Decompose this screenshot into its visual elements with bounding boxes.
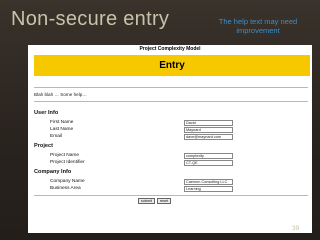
entry-banner: Entry (34, 55, 310, 76)
first-name-label: First Name (50, 120, 74, 125)
divider (34, 87, 308, 88)
slide-note: The help text may need improvement (218, 17, 298, 35)
section-user-info: User Info (34, 110, 59, 116)
last-name-field[interactable]: Maynard (184, 127, 233, 133)
page-number: 39 (292, 225, 300, 232)
submit-button[interactable]: submit (138, 198, 155, 204)
first-name-field[interactable]: David (184, 120, 233, 126)
section-company-info: Company Info (34, 169, 72, 175)
business-area-field[interactable]: Learning (184, 186, 233, 192)
reset-button[interactable]: reset (157, 198, 171, 204)
company-name-field[interactable]: Caemon Consulting LLC (184, 179, 233, 185)
model-title: Project Complexity Model (139, 46, 201, 52)
business-area-label: Business Area (50, 186, 81, 191)
email-field[interactable]: dave@maynard.com (184, 134, 233, 140)
slide-title: Non-secure entry (11, 8, 170, 30)
help-text: Blah blah … Some help… (34, 92, 87, 97)
last-name-label: Last Name (50, 127, 74, 132)
company-name-label: Company Name (50, 179, 85, 184)
project-identifier-label: Project Identifier (50, 160, 85, 165)
project-name-field[interactable]: complexity (184, 153, 233, 159)
form-screenshot: Project Complexity Model Entry Blah blah… (28, 45, 312, 233)
divider (34, 195, 308, 196)
section-project: Project (34, 143, 53, 149)
page-title: Entry (159, 60, 185, 71)
project-identifier-field[interactable]: CT-QE (184, 160, 233, 166)
project-name-label: Project Name (50, 153, 80, 158)
divider (34, 101, 308, 102)
email-label: Email (50, 134, 62, 139)
